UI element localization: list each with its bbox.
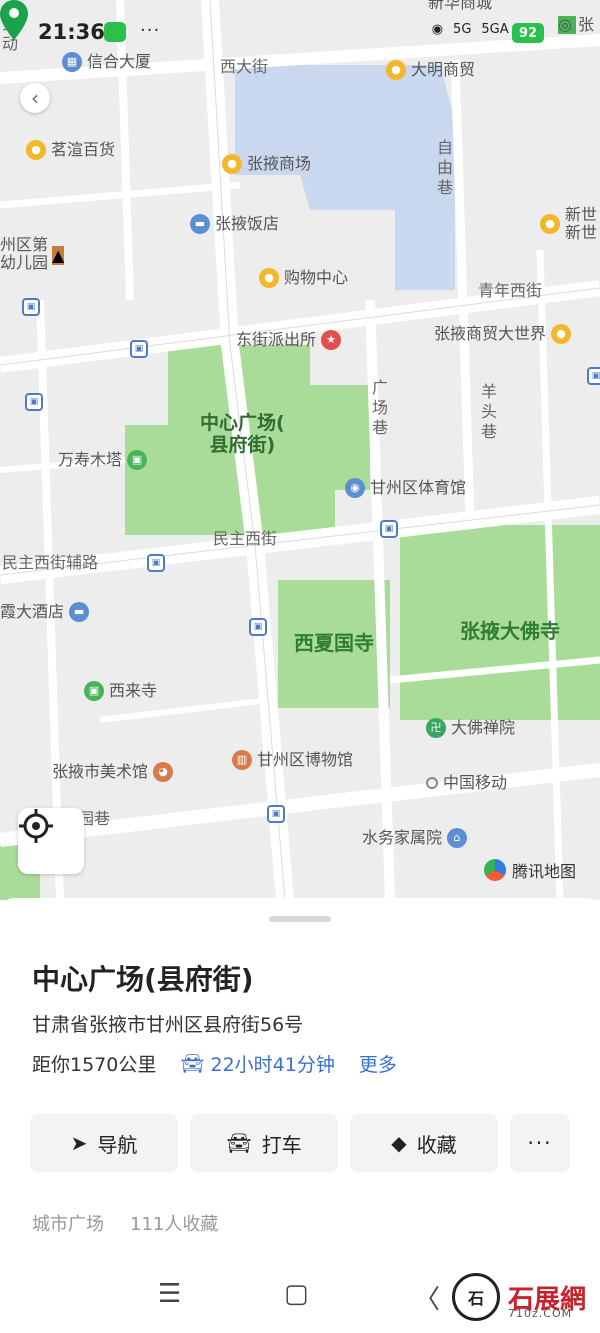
temple-icon: 卍 (426, 718, 446, 738)
route-summary: 距你1570公里 🚘︎ 22小时41分钟 更多 (32, 1050, 397, 1077)
place-title: 中心广场(县府街) (32, 963, 254, 996)
poi-chanyuan[interactable]: 卍大佛禅院 (426, 718, 515, 738)
category-tag: 城市广场 (32, 1214, 104, 1235)
bus-stop-icon[interactable]: ▣ (249, 618, 267, 636)
poi-wanshou[interactable]: 万寿木塔 ▣ (58, 450, 148, 470)
bus-stop-icon[interactable]: ▣ (587, 367, 600, 385)
more-notifications-icon: ··· (140, 20, 161, 41)
museum-icon: ▥ (232, 750, 252, 770)
battery-indicator: 92 (512, 23, 544, 43)
car-icon: 🚘︎ (180, 1053, 205, 1075)
back-nav-button[interactable]: 〈 (414, 1279, 440, 1316)
poi-stadium[interactable]: ◉ 甘州区体育馆 (345, 478, 466, 498)
status-time: 21:36 (38, 20, 105, 44)
navigation-arrow-icon: ➤ (70, 1131, 88, 1155)
bus-stop-icon[interactable]: ▣ (25, 393, 43, 411)
poi-zhangye-mall[interactable]: ● 张掖商场 (222, 154, 311, 174)
bed-icon: ▬ (69, 602, 90, 622)
poi-museum[interactable]: ▥ 甘州区博物馆 (232, 750, 353, 770)
poi-shopping[interactable]: ● 购物中心 (259, 268, 348, 288)
stadium-icon: ◉ (345, 478, 365, 498)
map-view[interactable]: 西大街 自 由 巷 青年西街 广 场 巷 羊 头 巷 民主西街 民主西街辅路 园… (0, 0, 600, 900)
map-provider: 腾讯地图 (484, 858, 576, 882)
place-tags: 城市广场 111人收藏 (32, 1210, 218, 1236)
shop-icon: ● (259, 268, 279, 288)
back-button[interactable]: ‹ (20, 83, 50, 113)
park-icon: ◎ (558, 16, 576, 34)
drive-time[interactable]: 🚘︎ 22小时41分钟 (180, 1050, 334, 1077)
poi-xixia-temple[interactable]: 西夏国寺 (294, 633, 374, 653)
home-icon: ⌂ (447, 828, 468, 848)
road-xidajie: 西大街 (220, 57, 269, 76)
bus-stop-icon[interactable]: ▣ (267, 805, 285, 823)
chevron-left-icon: ‹ (31, 86, 39, 110)
watermark-logo: 石 石展網 710z.COM (452, 1273, 586, 1321)
road-guangchangxiang: 广 场 巷 (372, 378, 389, 437)
taxi-button[interactable]: 🚘︎ 打车 (190, 1114, 338, 1172)
more-link[interactable]: 更多 (359, 1050, 397, 1077)
poi-zhangye-hotel[interactable]: ▬ 张掖饭店 (190, 214, 279, 234)
signal-5g: 5G (453, 22, 472, 37)
temple-icon: ▣ (84, 681, 104, 701)
dot-icon (426, 777, 438, 789)
pagoda-icon: ▣ (127, 450, 148, 470)
seal-icon: 石 (452, 1273, 500, 1321)
shop-icon: ● (551, 324, 572, 344)
poi-kindergarten: 州区第 幼儿园 (0, 235, 49, 272)
cube-icon: ◆ (391, 1131, 407, 1155)
shop-icon: ● (222, 154, 242, 174)
bed-icon: ▬ (190, 214, 210, 234)
road-ziyouxiang: 自 由 巷 (437, 138, 454, 197)
bus-stop-icon[interactable]: ▣ (147, 554, 165, 572)
favorites-count: 111人收藏 (130, 1214, 219, 1235)
location-icon: ◉ (431, 22, 444, 37)
road-yangtouxiang: 羊 头 巷 (481, 382, 498, 441)
poi-daming[interactable]: ● 大明商贸 (386, 60, 475, 80)
wechat-icon (104, 22, 126, 42)
shop-icon: ● (26, 140, 46, 160)
distance-text: 距你1570公里 (32, 1054, 157, 1076)
poi-mobile[interactable]: 中国移动 (426, 774, 507, 792)
school-icon: ▲ (52, 246, 65, 265)
poi-xilai[interactable]: ▣ 西来寺 (84, 681, 157, 701)
shop-icon: ● (540, 214, 560, 234)
road-qingnianxijie: 青年西街 (478, 281, 543, 300)
navigate-button[interactable]: ➤ 导航 (30, 1114, 178, 1172)
poi-dafosi[interactable]: 张掖大佛寺 (460, 621, 560, 641)
palette-icon: ◕ (153, 762, 174, 782)
road-minzhuxijiefu: 民主西街辅路 (2, 553, 99, 572)
more-actions-button[interactable]: ··· (510, 1114, 570, 1172)
car-icon: 🚘︎ (226, 1131, 252, 1155)
poi-shuiwu[interactable]: 水务家属院 ⌂ (362, 828, 468, 848)
status-bar: 21:36 ··· ◉ 5G 5GA ◠ 92 ◎张 (0, 0, 600, 60)
selected-place-label: 中心广场( 县府街) (200, 412, 285, 456)
signal-5ga: 5GA (481, 22, 509, 37)
poi-meishuguan[interactable]: 张掖市美术馆 ◕ (52, 762, 174, 782)
home-button[interactable]: ▢ (284, 1279, 309, 1309)
place-address: 甘肃省张掖市甘州区县府街56号 (32, 1014, 304, 1036)
action-buttons: ➤ 导航 🚘︎ 打车 ◆ 收藏 ··· (30, 1114, 570, 1172)
police-icon: ★ (321, 330, 342, 350)
tencent-logo-icon (484, 859, 506, 881)
bus-stop-icon[interactable]: ▣ (380, 520, 398, 538)
bus-stop-icon[interactable]: ▣ (130, 340, 148, 358)
bus-stop-icon[interactable]: ▣ (22, 298, 40, 316)
poi-police[interactable]: 东街派出所 ★ (236, 330, 342, 350)
watermark-url: 710z.COM (508, 1307, 573, 1320)
favorite-button[interactable]: ◆ 收藏 (350, 1114, 498, 1172)
road-minzhuxijie: 民主西街 (213, 529, 278, 548)
poi-shangmao[interactable]: 张掖商贸大世界 ● (434, 324, 572, 344)
drag-handle[interactable] (269, 916, 331, 922)
shop-icon: ● (386, 60, 406, 80)
poi-xia-hotel[interactable]: 霞大酒店 ▬ (0, 602, 90, 622)
poi-minxuan[interactable]: ● 茗渲百货 (26, 140, 115, 160)
locate-button[interactable] (18, 808, 84, 874)
menu-button[interactable]: ☰ (158, 1279, 181, 1309)
poi-xinshiji[interactable]: ● 新世 新世 (540, 206, 597, 242)
crosshair-icon (19, 809, 53, 843)
poi-top-right: ◎ 张 (558, 15, 595, 34)
